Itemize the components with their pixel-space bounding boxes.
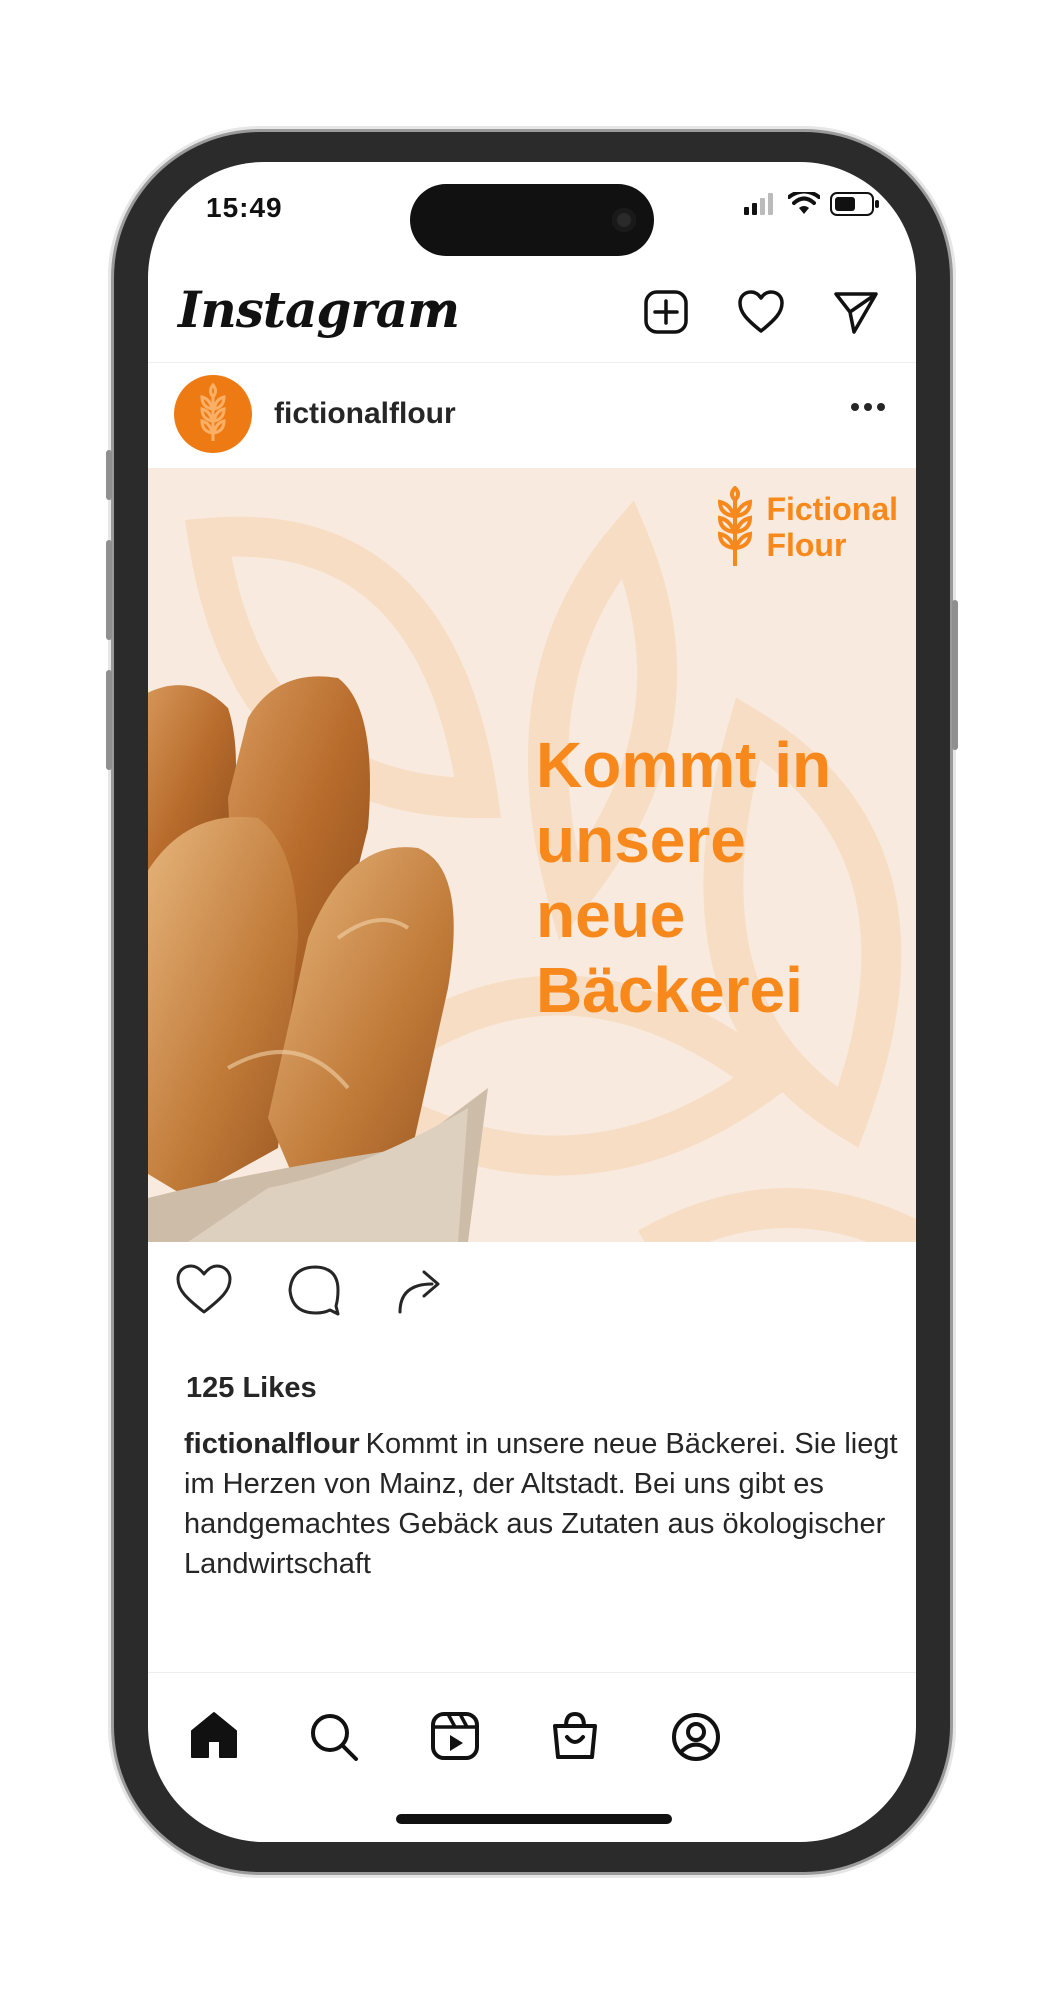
new-post-icon[interactable] — [642, 288, 690, 336]
power-button — [952, 600, 958, 750]
app-logo[interactable]: Instagram — [178, 280, 460, 339]
like-icon[interactable] — [174, 1262, 234, 1318]
wheat-icon — [718, 486, 753, 566]
post-headline: Kommt in unsere neue Bäckerei — [536, 729, 832, 1026]
signal-icon — [744, 193, 773, 215]
caption-username[interactable]: fictionalflour — [184, 1428, 360, 1460]
status-icons — [744, 192, 880, 216]
avatar[interactable] — [174, 375, 252, 453]
search-icon[interactable] — [308, 1711, 360, 1763]
header-actions — [642, 288, 880, 336]
likes-count[interactable]: 125 Likes — [186, 1372, 317, 1405]
mute-switch — [106, 450, 112, 500]
battery-icon — [830, 192, 879, 216]
post-username[interactable]: fictionalflour — [274, 397, 456, 431]
brand-name: Fictional Flour — [766, 491, 898, 563]
screen: 15:49 Instagram fictionalflour Fictional… — [148, 162, 916, 1842]
wheat-icon — [200, 382, 226, 441]
home-indicator[interactable] — [396, 1814, 672, 1824]
brand-logo: Fictional Flour — [712, 486, 898, 568]
volume-up-button — [106, 540, 112, 640]
heart-icon[interactable] — [736, 288, 786, 336]
camera-icon — [612, 208, 636, 232]
baguettes-image — [148, 676, 488, 1242]
app-header: Instagram — [148, 262, 916, 363]
direct-message-icon[interactable] — [832, 288, 880, 336]
post-image[interactable]: Fictional Flour Kommt in unsere neue Bäc… — [148, 468, 916, 1242]
shop-icon[interactable] — [550, 1711, 600, 1761]
dynamic-island — [410, 184, 654, 256]
wifi-icon — [788, 192, 820, 214]
post-actions — [174, 1262, 450, 1318]
brand-line-1: Fictional — [766, 491, 898, 527]
more-options-icon[interactable] — [850, 402, 886, 412]
reels-icon[interactable] — [430, 1711, 480, 1761]
volume-down-button — [106, 670, 112, 770]
chevron-down-icon[interactable] — [425, 302, 447, 316]
home-icon[interactable] — [188, 1711, 240, 1761]
share-icon[interactable] — [394, 1262, 450, 1318]
bottom-nav — [148, 1672, 916, 1783]
brand-line-2: Flour — [766, 527, 847, 563]
status-time: 15:49 — [206, 192, 283, 223]
profile-icon[interactable] — [670, 1711, 722, 1763]
comment-icon[interactable] — [286, 1262, 342, 1318]
post-caption: fictionalflour Kommt in unsere neue Bäcke… — [184, 1424, 904, 1584]
